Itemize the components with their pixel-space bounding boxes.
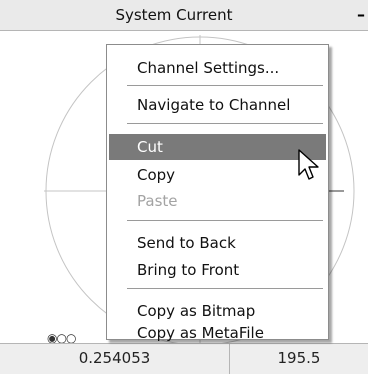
menu-item-send-to-back[interactable]: Send to Back (109, 230, 326, 256)
status-value-right: 195.5 (277, 349, 321, 367)
status-value-left: 0.254053 (0, 344, 230, 374)
menu-separator (127, 123, 323, 124)
menu-item-copy[interactable]: Copy (109, 162, 326, 188)
title-bar[interactable]: System Current – (0, 0, 368, 31)
menu-item-paste: Paste (137, 192, 178, 210)
status-bar: 0.254053 195.5 (0, 343, 368, 374)
menu-item-bring-to-front[interactable]: Bring to Front (109, 257, 326, 283)
context-menu: Channel Settings... Navigate to Channel … (106, 44, 329, 342)
minimize-button[interactable]: – (354, 0, 368, 30)
menu-item-cut[interactable]: Cut (109, 134, 326, 160)
menu-item-navigate-to-channel[interactable]: Navigate to Channel (109, 92, 326, 118)
menu-separator (127, 220, 323, 221)
menu-item-channel-settings[interactable]: Channel Settings... (109, 55, 326, 81)
menu-separator (127, 288, 323, 289)
menu-separator (127, 85, 323, 86)
system-current-window: System Current – ◉○○ 0.254053 195.5 Chan… (0, 0, 368, 374)
arrow-pointer-icon (298, 149, 319, 180)
menu-item-copy-as-metafile[interactable]: Copy as MetaFile (109, 320, 326, 346)
window-title: System Current (115, 6, 233, 24)
